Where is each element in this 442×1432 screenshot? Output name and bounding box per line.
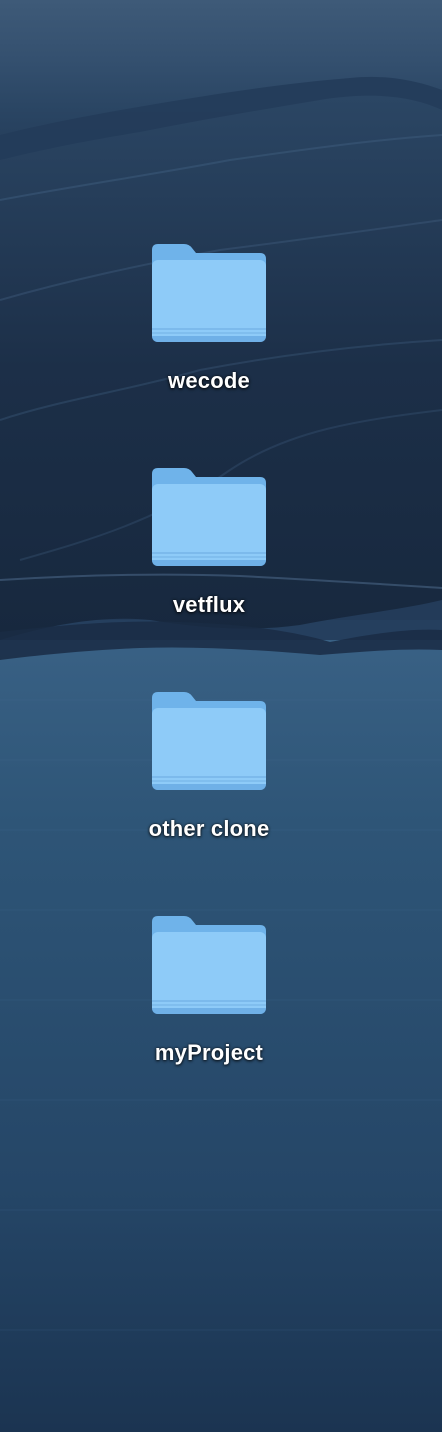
folder-label[interactable]: vetflux	[173, 592, 245, 618]
folder-label[interactable]: other clone	[149, 816, 270, 842]
folder-icon	[152, 244, 266, 342]
folder-label[interactable]: myProject	[155, 1040, 263, 1066]
folder-icon	[152, 692, 266, 790]
folder-label[interactable]: wecode	[168, 368, 250, 394]
folder-icon	[152, 468, 266, 566]
desktop-folder-vetflux[interactable]: vetflux	[109, 466, 309, 618]
desktop-folder-wecode[interactable]: wecode	[109, 242, 309, 394]
folder-icon	[152, 916, 266, 1014]
desktop[interactable]: wecode vetflux other clone myProject	[0, 0, 442, 1432]
desktop-folder-other-clone[interactable]: other clone	[109, 690, 309, 842]
desktop-folder-myproject[interactable]: myProject	[109, 914, 309, 1066]
